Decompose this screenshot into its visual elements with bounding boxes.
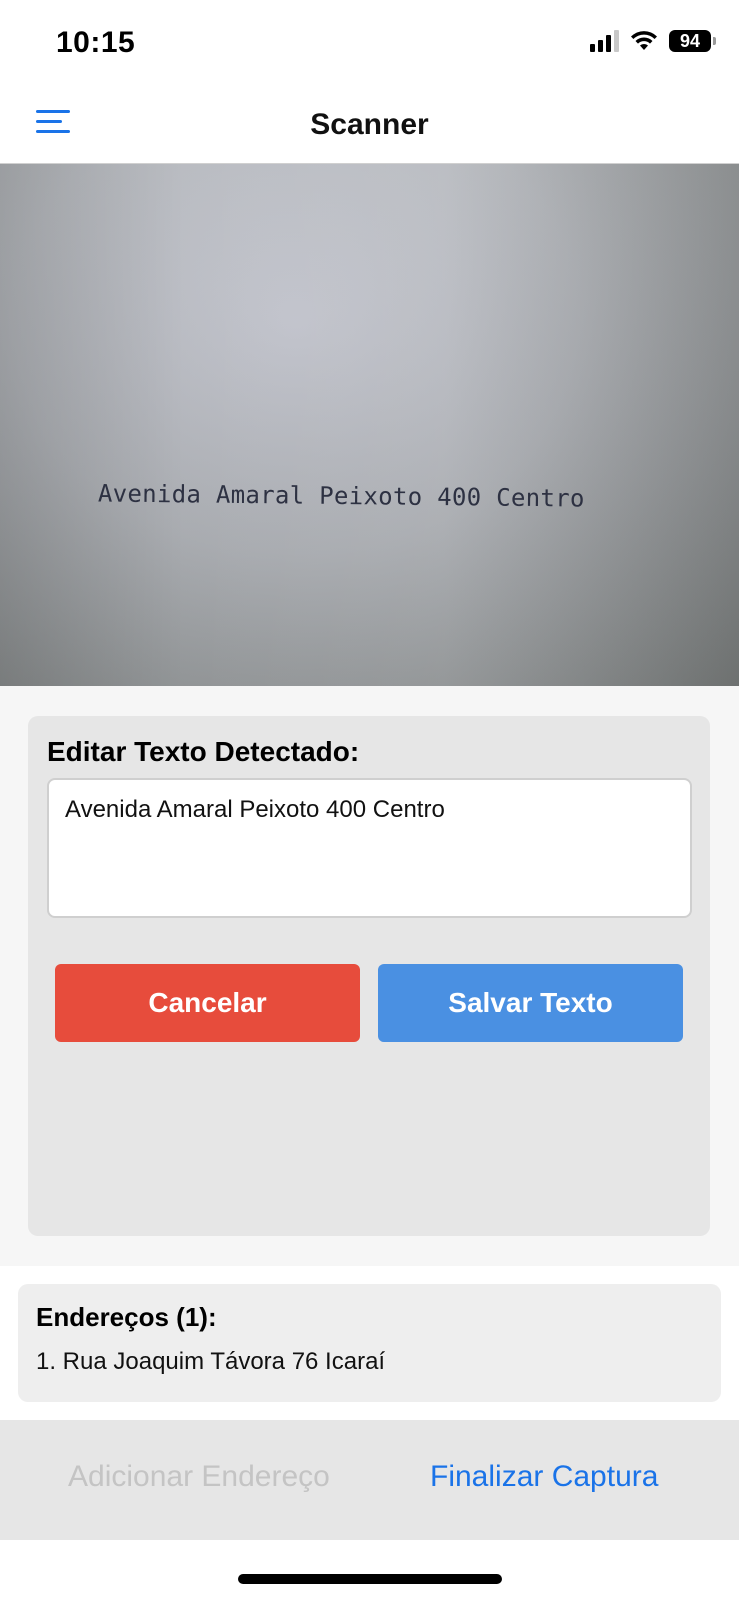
addresses-title: Endereços (1): (36, 1302, 217, 1332)
bottom-action-bar: Adicionar Endereço Finalizar Captura (0, 1420, 739, 1540)
detected-text-field[interactable]: Avenida Amaral Peixoto 400 Centro (47, 778, 692, 918)
edit-panel: Editar Texto Detectado: Avenida Amaral P… (28, 716, 710, 1236)
cancel-button[interactable]: Cancelar (55, 964, 360, 1042)
camera-preview: Avenida Amaral Peixoto 400 Centro (0, 164, 739, 686)
wifi-icon (631, 31, 657, 50)
page-title: Scanner (310, 108, 429, 141)
save-text-button[interactable]: Salvar Texto (378, 964, 683, 1042)
main-area: Editar Texto Detectado: Avenida Amaral P… (0, 686, 739, 1266)
status-icons: 94 (590, 30, 716, 52)
home-indicator (238, 1574, 502, 1584)
cellular-signal-icon (590, 30, 619, 52)
addresses-panel: Endereços (1): 1. Rua Joaquim Távora 76 … (18, 1284, 721, 1402)
add-address-button[interactable]: Adicionar Endereço (68, 1460, 330, 1494)
address-list-item: 1. Rua Joaquim Távora 76 Icaraí (36, 1348, 386, 1375)
camera-detected-text: Avenida Amaral Peixoto 400 Centro (97, 479, 585, 513)
nav-bar: Scanner (0, 88, 739, 164)
finish-capture-button[interactable]: Finalizar Captura (430, 1460, 658, 1494)
status-bar: 10:15 94 (0, 0, 739, 88)
edit-panel-title: Editar Texto Detectado: (47, 736, 360, 767)
battery-icon: 94 (669, 30, 716, 52)
status-time: 10:15 (56, 26, 136, 59)
